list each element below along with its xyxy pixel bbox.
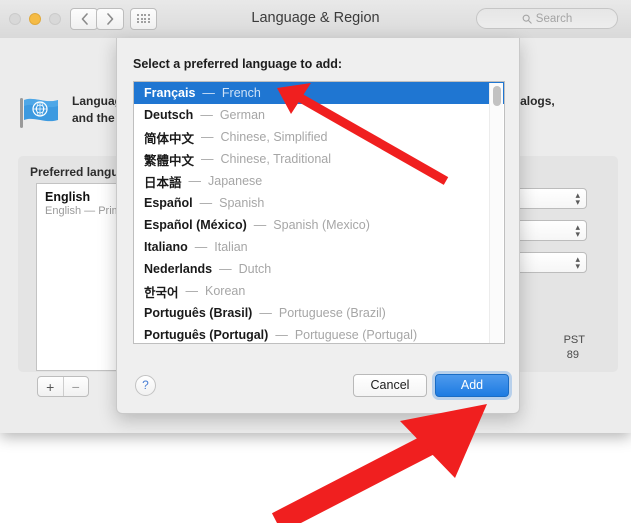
- language-english-name: Korean: [205, 284, 246, 298]
- language-english-name: Chinese, Simplified: [220, 130, 328, 144]
- language-row[interactable]: Español (México) — Spanish (Mexico): [134, 214, 504, 236]
- language-native-name: Nederlands: [144, 262, 213, 276]
- language-native-name: Français: [144, 86, 196, 100]
- language-english-name: Dutch: [238, 262, 272, 276]
- language-separator: —: [219, 262, 232, 276]
- number-preview-line2: 89: [566, 349, 579, 361]
- language-separator: —: [200, 108, 213, 122]
- language-native-name: Italiano: [144, 240, 188, 254]
- language-row[interactable]: Français — French: [134, 82, 504, 104]
- language-row[interactable]: Português (Portugal) — Portuguese (Portuga…: [134, 324, 504, 343]
- language-english-name: Portuguese (Brazil): [278, 306, 386, 320]
- language-row[interactable]: 日本語 — Japanese: [134, 170, 504, 192]
- language-row[interactable]: 繁體中文 — Chinese, Traditional: [134, 148, 504, 170]
- language-row[interactable]: Italiano — Italian: [134, 236, 504, 258]
- language-separator: —: [188, 174, 202, 188]
- add-button[interactable]: Add: [435, 374, 509, 397]
- chevron-updown-icon: ▴ ▾: [575, 254, 580, 271]
- search-input[interactable]: Search: [476, 8, 618, 29]
- language-english-name: Japanese: [208, 174, 263, 188]
- chevron-updown-icon: ▴ ▾: [575, 222, 580, 239]
- cancel-button[interactable]: Cancel: [353, 374, 427, 397]
- sheet-prompt-label: Select a preferred language to add:: [133, 57, 343, 71]
- un-flag-icon: [20, 98, 58, 128]
- language-english-name: French: [221, 86, 261, 100]
- language-row[interactable]: Nederlands — Dutch: [134, 258, 504, 280]
- sheet-help-button[interactable]: ?: [135, 375, 156, 396]
- language-separator: —: [202, 86, 215, 100]
- language-separator: —: [194, 240, 208, 254]
- language-list[interactable]: Français — French Deutsch — German 简体中文 — Chines…: [133, 81, 505, 344]
- language-separator: —: [185, 284, 199, 298]
- language-native-name: 繁體中文: [144, 153, 195, 168]
- language-native-name: Português (Portugal): [144, 328, 269, 342]
- language-native-name: 한국어: [144, 285, 179, 300]
- add-remove-language-segmented-control[interactable]: + −: [37, 376, 89, 397]
- language-native-name: 简体中文: [144, 131, 195, 146]
- scrollbar-thumb[interactable]: [493, 86, 501, 106]
- add-language-button[interactable]: +: [38, 377, 63, 396]
- language-rows-container: Français — French Deutsch — German 简体中文 — Chines…: [134, 82, 504, 343]
- language-english-name: Spanish (Mexico): [273, 218, 370, 232]
- window-titlebar: Language & Region Search: [0, 0, 631, 39]
- language-english-name: German: [219, 108, 265, 122]
- language-native-name: 日本語: [144, 175, 182, 190]
- search-icon: [522, 14, 532, 24]
- language-english-name: Portuguese (Portugal): [294, 328, 418, 342]
- language-separator: —: [199, 196, 213, 210]
- language-separator: —: [259, 306, 272, 320]
- language-separator: —: [201, 130, 214, 144]
- language-row[interactable]: 한국어 — Korean: [134, 280, 504, 302]
- language-english-name: Spanish: [219, 196, 265, 210]
- chevron-updown-icon: ▴ ▾: [575, 190, 580, 207]
- language-separator: —: [253, 218, 267, 232]
- language-native-name: Deutsch: [144, 108, 194, 122]
- language-native-name: Español (México): [144, 218, 247, 232]
- language-separator: —: [275, 328, 288, 342]
- add-language-sheet: Select a preferred language to add: Fran…: [116, 38, 520, 414]
- language-row[interactable]: Español — Spanish: [134, 192, 504, 214]
- language-list-scrollbar[interactable]: [489, 83, 503, 343]
- language-separator: —: [201, 152, 214, 166]
- language-english-name: Chinese, Traditional: [220, 152, 331, 166]
- language-row[interactable]: Deutsch — German: [134, 104, 504, 126]
- timezone-preview-line1: PST: [563, 334, 585, 346]
- language-row[interactable]: Português (Brasil) — Portuguese (Brazil): [134, 302, 504, 324]
- remove-language-button[interactable]: −: [62, 377, 89, 396]
- search-placeholder: Search: [535, 12, 573, 25]
- language-english-name: Italian: [214, 240, 248, 254]
- language-native-name: Português (Brasil): [144, 306, 253, 320]
- system-preferences-window: Language & Region Search Language & Re: [0, 0, 631, 433]
- language-native-name: Español: [144, 196, 193, 210]
- language-row[interactable]: 简体中文 — Chinese, Simplified: [134, 126, 504, 148]
